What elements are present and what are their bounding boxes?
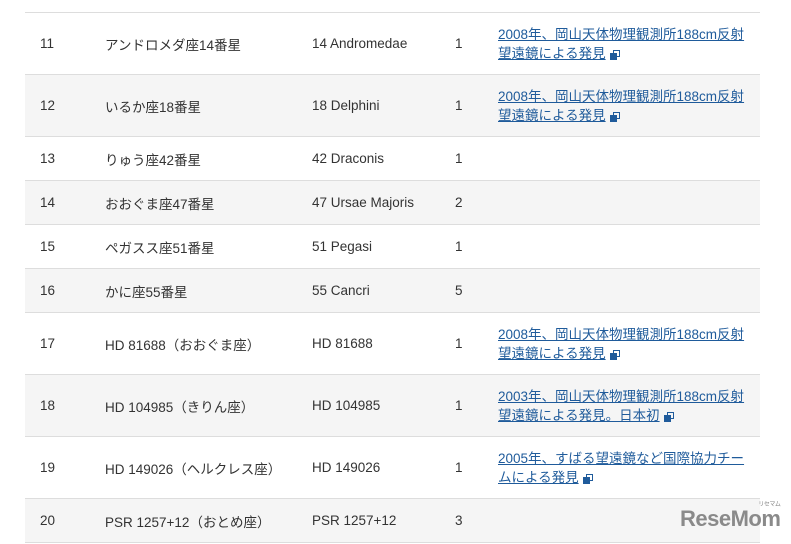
star-latin-name: HD 104985 (312, 374, 455, 437)
star-latin-name: 51 Pegasi (312, 224, 455, 269)
star-number: 17 (25, 312, 105, 375)
discovery-link[interactable]: 2008年、岡山天体物理観測所188cm反射望遠鏡による発見 (498, 27, 744, 61)
star-number: 18 (25, 374, 105, 437)
table-row: 18 HD 104985（きりん座） HD 104985 1 2003年、岡山天体物理観… (25, 374, 760, 437)
planet-count: 5 (455, 268, 498, 313)
star-name: ペガスス座51番星 (105, 224, 312, 269)
discovery-note: 2005年、すばる望遠鏡など国際協力チームによる発見 (498, 436, 760, 499)
external-link-icon (609, 349, 620, 360)
logo-kana: リセマム (758, 502, 781, 508)
external-link-icon (663, 411, 674, 422)
table-row: 11 アンドロメダ座14番星 14 Andromedae 1 2008年、岡山天体物理観… (25, 12, 760, 75)
planet-count: 2 (455, 180, 498, 225)
table-row: 15 ペガスス座51番星 51 Pegasi 1 (25, 224, 760, 269)
planet-count: 1 (455, 374, 498, 437)
star-latin-name: HD 81688 (312, 312, 455, 375)
star-name: HD 81688（おおぐま座） (105, 312, 312, 375)
star-number: 16 (25, 268, 105, 313)
planet-count: 1 (455, 136, 498, 181)
star-number: 11 (25, 12, 105, 75)
discovery-note: 2008年、岡山天体物理観測所188cm反射望遠鏡による発見 (498, 312, 760, 375)
external-link-icon (609, 111, 620, 122)
star-number: 13 (25, 136, 105, 181)
table-row: 16 かに座55番星 55 Cancri 5 (25, 268, 760, 313)
discovery-link[interactable]: 2008年、岡山天体物理観測所188cm反射望遠鏡による発見 (498, 89, 744, 123)
discovery-note (498, 224, 760, 269)
planet-count: 1 (455, 74, 498, 137)
table-row: 12 いるか座18番星 18 Delphini 1 2008年、岡山天体物理観測所188… (25, 74, 760, 137)
planet-count: 1 (455, 312, 498, 375)
star-number: 15 (25, 224, 105, 269)
discovery-link[interactable]: 2003年、岡山天体物理観測所188cm反射望遠鏡による発見。日本初 (498, 389, 744, 423)
star-number: 14 (25, 180, 105, 225)
exoplanet-table: 11 アンドロメダ座14番星 14 Andromedae 1 2008年、岡山天体物理観… (25, 12, 760, 543)
star-latin-name: 47 Ursae Majoris (312, 180, 455, 225)
discovery-note (498, 180, 760, 225)
star-name: PSR 1257+12（おとめ座） (105, 498, 312, 543)
star-latin-name: 55 Cancri (312, 268, 455, 313)
star-name: おおぐま座47番星 (105, 180, 312, 225)
star-name: かに座55番星 (105, 268, 312, 313)
star-name: りゅう座42番星 (105, 136, 312, 181)
star-name: HD 149026（ヘルクレス座） (105, 436, 312, 499)
discovery-note: 2008年、岡山天体物理観測所188cm反射望遠鏡による発見 (498, 12, 760, 75)
resemom-logo: ReseMom リセマム (680, 502, 781, 532)
star-name: いるか座18番星 (105, 74, 312, 137)
star-latin-name: 14 Andromedae (312, 12, 455, 75)
table-row: 14 おおぐま座47番星 47 Ursae Majoris 2 (25, 180, 760, 225)
star-name: HD 104985（きりん座） (105, 374, 312, 437)
discovery-link[interactable]: 2008年、岡山天体物理観測所188cm反射望遠鏡による発見 (498, 327, 744, 361)
star-number: 20 (25, 498, 105, 543)
star-latin-name: HD 149026 (312, 436, 455, 499)
star-name: アンドロメダ座14番星 (105, 12, 312, 75)
star-latin-name: 18 Delphini (312, 74, 455, 137)
discovery-link[interactable]: 2005年、すばる望遠鏡など国際協力チームによる発見 (498, 451, 744, 485)
discovery-note: 2008年、岡山天体物理観測所188cm反射望遠鏡による発見 (498, 74, 760, 137)
discovery-note (498, 136, 760, 181)
planet-count: 3 (455, 498, 498, 543)
planet-count: 1 (455, 436, 498, 499)
star-number: 19 (25, 436, 105, 499)
table-row: 19 HD 149026（ヘルクレス座） HD 149026 1 2005年、すばる望遠… (25, 436, 760, 499)
logo-text: ReseMom (680, 506, 781, 531)
table-row: 17 HD 81688（おおぐま座） HD 81688 1 2008年、岡山天体物理観測… (25, 312, 760, 375)
planet-count: 1 (455, 12, 498, 75)
table-row: 13 りゅう座42番星 42 Draconis 1 (25, 136, 760, 181)
external-link-icon (609, 49, 620, 60)
external-link-icon (582, 473, 593, 484)
planet-count: 1 (455, 224, 498, 269)
star-number: 12 (25, 74, 105, 137)
discovery-note: 2003年、岡山天体物理観測所188cm反射望遠鏡による発見。日本初 (498, 374, 760, 437)
star-latin-name: 42 Draconis (312, 136, 455, 181)
star-latin-name: PSR 1257+12 (312, 498, 455, 543)
discovery-note (498, 268, 760, 313)
table-row: 20 PSR 1257+12（おとめ座） PSR 1257+12 3 (25, 498, 760, 543)
